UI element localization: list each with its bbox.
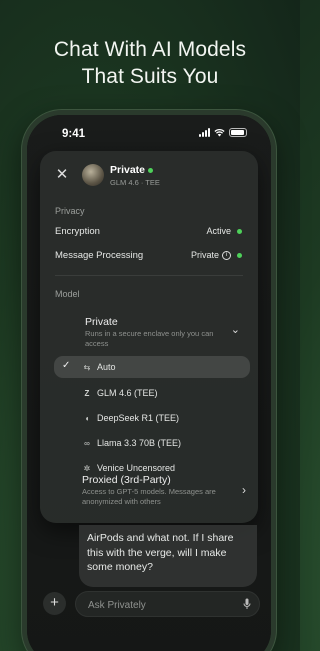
chat-message-bubble: AirPods and what not. If I share this wi… [79, 525, 257, 587]
model-settings-panel: ✕ Private GLM 4.6 · TEE Privacy Encrypti… [40, 151, 258, 523]
divider [55, 275, 243, 276]
headline-line-2: That Suits You [81, 65, 219, 88]
proxied-mode-title: Proxied (3rd-Party) [82, 474, 171, 486]
status-bar: 9:41 [27, 115, 271, 149]
status-icons [199, 128, 247, 137]
add-attachment-button[interactable]: + [43, 592, 66, 615]
model-section-label: Model [55, 289, 80, 299]
online-dot-icon [148, 167, 154, 173]
battery-icon [229, 128, 247, 137]
close-icon[interactable]: ✕ [52, 165, 72, 185]
phone-frame: 9:41 ✕ Private GLM 4.6 · TEE Privacy Enc… [22, 110, 276, 651]
encryption-label: Encryption [55, 226, 100, 237]
panel-subtitle: GLM 4.6 · TEE [110, 178, 160, 187]
whale-icon: ◖ [84, 413, 90, 423]
status-time: 9:41 [62, 128, 86, 140]
wifi-icon [214, 129, 225, 137]
model-option-venice[interactable]: ✲ Venice Uncensored [82, 463, 175, 473]
avatar [82, 164, 104, 186]
shuffle-icon: ⇆ [83, 362, 91, 372]
headline-line-1: Chat With AI Models [53, 38, 247, 61]
model-option-glm[interactable]: Z GLM 4.6 (TEE) [82, 388, 158, 398]
panel-title: Private [110, 164, 154, 176]
microphone-icon[interactable] [243, 598, 251, 610]
status-dot-icon [237, 252, 242, 258]
private-mode-description: Runs in a secure enclave only you can ac… [85, 329, 214, 348]
chevron-right-icon[interactable]: › [242, 483, 246, 497]
model-option-deepseek[interactable]: ◖ DeepSeek R1 (TEE) [82, 413, 179, 423]
message-input[interactable] [88, 597, 228, 613]
message-processing-label: Message Processing [55, 250, 144, 261]
encryption-status: Active [206, 226, 242, 236]
model-option-llama[interactable]: ∞ Llama 3.3 70B (TEE) [82, 438, 181, 448]
chevron-down-icon[interactable]: ⌄ [231, 323, 240, 336]
model-option-auto[interactable]: ⇆ Auto [82, 362, 116, 372]
marketing-headline: Chat With AI Models That Suits You [0, 36, 300, 90]
infinity-icon: ∞ [84, 438, 90, 448]
message-processing-status[interactable]: Private i [191, 250, 242, 260]
venice-icon: ✲ [83, 463, 91, 473]
phone-screen: 9:41 ✕ Private GLM 4.6 · TEE Privacy Enc… [27, 115, 271, 651]
info-icon[interactable]: i [222, 250, 231, 260]
privacy-section-label: Privacy [55, 206, 85, 216]
checkmark-icon: ✓ [62, 360, 71, 371]
message-composer[interactable] [75, 591, 260, 617]
private-mode-title: Private [85, 316, 118, 328]
status-dot-icon [237, 228, 242, 234]
z-logo-icon: Z [84, 388, 90, 398]
signal-icon [199, 128, 210, 137]
proxied-mode-description: Access to GPT-5 models. Messages are ano… [82, 487, 216, 506]
